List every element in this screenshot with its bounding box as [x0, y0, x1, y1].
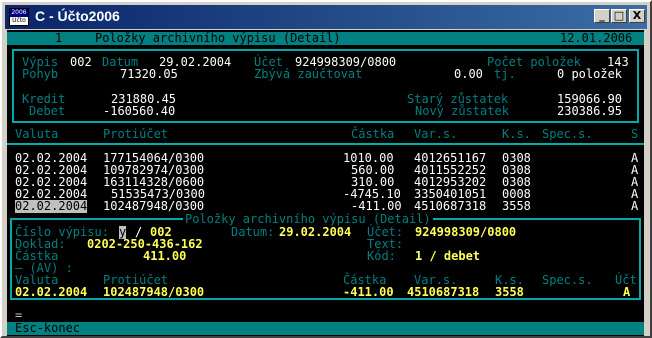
col-castka: Částka [351, 127, 395, 141]
detail-cell-protiucet: 102487948/0300 [103, 285, 205, 299]
detail-col-specs: Spec.s. [542, 273, 593, 287]
close-button[interactable]: X [629, 9, 645, 23]
col-specs: Spec.s. [542, 127, 593, 141]
detail-cell-castka: -411.00 [343, 285, 394, 299]
detail-datum-value: 29.02.2004 [279, 225, 352, 239]
zbyva-value: 0.00 [454, 67, 483, 81]
col-vars: Var.s. [414, 127, 458, 141]
cell-s: A [631, 199, 639, 213]
hint-bar [7, 322, 644, 335]
vypis-value: 002 [70, 55, 92, 69]
detail-cell-valuta: 02.02.2004 [15, 285, 88, 299]
title-bar[interactable]: 2006 Účto C - Účto2006 _ □ X [5, 5, 647, 29]
esc-hint[interactable]: Esc-konec [15, 322, 80, 335]
tj-label: tj. [494, 67, 516, 81]
minimize-button[interactable]: _ [594, 9, 610, 23]
col-valuta: Valuta [15, 127, 59, 141]
console-area[interactable]: 1 Položky archivního výpisu (Detail) 12.… [7, 30, 644, 336]
maximize-button[interactable]: □ [611, 9, 627, 23]
app-icon[interactable]: 2006 Účto [9, 8, 29, 26]
app-icon-year: 2006 [10, 9, 28, 17]
col-s: S [631, 127, 639, 141]
header-number: 1 [55, 31, 63, 45]
detail-castka-value: 411.00 [143, 249, 187, 263]
table-header-divider [7, 143, 644, 145]
pohyb-value: 71320.05 [120, 67, 178, 81]
pohyb-label: Pohyb [22, 67, 59, 81]
kod-value: 1 / debet [415, 249, 481, 263]
kod-label: Kód: [367, 249, 396, 263]
cell-valuta-selected[interactable]: 02.02.2004 [15, 200, 88, 213]
app-icon-label: Účto [12, 17, 26, 24]
window-title: C - Účto2006 [35, 8, 120, 24]
debet-label: Debet [29, 104, 66, 118]
novy-label: Nový zůstatek [415, 104, 509, 118]
detail-cell-ks: 3558 [495, 285, 524, 299]
header-title: Položky archivního výpisu (Detail) [95, 31, 341, 45]
app-window: 2006 Účto C - Účto2006 _ □ X 1 Položky a… [0, 0, 652, 338]
polozek-value: 0 položek [557, 67, 623, 81]
detail-cell-vars: 4510687318 [407, 285, 480, 299]
cell-ks: 3558 [502, 199, 531, 213]
detail-datum-label: Datum: [231, 225, 275, 239]
debet-value: -160560.40 [103, 104, 176, 118]
header-date: 12.01.2006 [560, 31, 633, 45]
col-protiucet: Protiúčet [103, 127, 169, 141]
detail-ucet-value: 924998309/0800 [415, 225, 517, 239]
col-ks: K.s. [502, 127, 531, 141]
novy-value: 230386.95 [557, 104, 623, 118]
detail-cell-ucet: A [623, 285, 631, 299]
zbyva-label: Zbývá zaúčtovat [254, 67, 363, 81]
